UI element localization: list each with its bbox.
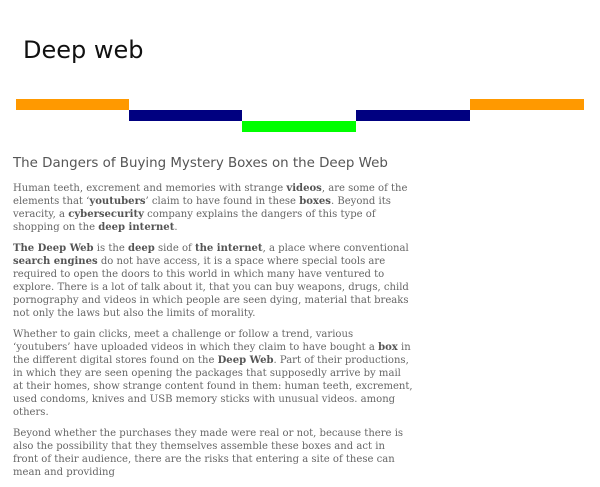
decor-bar-navy-left	[129, 110, 242, 121]
bold-keyword: boxes	[299, 196, 331, 207]
text-run: Whether to gain clicks, meet a challenge…	[13, 329, 379, 353]
bold-keyword: box	[378, 342, 398, 353]
text-run: is the	[93, 243, 128, 254]
bold-keyword: deep	[127, 243, 155, 254]
decor-bar-orange-left	[16, 99, 129, 110]
text-run: side of	[154, 243, 195, 254]
bold-keyword: the internet	[194, 243, 263, 254]
bold-keyword: The Deep Web	[13, 243, 94, 254]
text-run: .	[174, 222, 178, 233]
bold-keyword: youtubers	[89, 196, 146, 207]
article: The Dangers of Buying Mystery Boxes on t…	[13, 155, 413, 487]
text-run: Human teeth, excrement and memories with…	[13, 183, 287, 194]
article-body: Human teeth, excrement and memories with…	[13, 182, 413, 479]
decor-bar-orange-right	[470, 99, 584, 110]
text-run: Beyond whether the purchases they made w…	[13, 428, 404, 478]
bold-keyword: Deep Web	[217, 355, 274, 366]
text-run: , a place where conventional	[262, 243, 409, 254]
article-paragraph: The Deep Web is the deep side of the int…	[13, 242, 413, 320]
article-paragraph: Human teeth, excrement and memories with…	[13, 182, 413, 234]
article-paragraph: Beyond whether the purchases they made w…	[13, 427, 413, 479]
bold-keyword: videos	[286, 183, 322, 194]
article-paragraph: Whether to gain clicks, meet a challenge…	[13, 328, 413, 419]
text-run: ’ claim to have found in these	[145, 196, 300, 207]
decor-bar-green-center	[242, 121, 356, 132]
bold-keyword: deep internet	[98, 222, 175, 233]
decorative-bars	[0, 0, 600, 140]
article-title[interactable]: The Dangers of Buying Mystery Boxes on t…	[13, 155, 413, 173]
decor-bar-navy-right	[356, 110, 470, 121]
bold-keyword: search engines	[13, 256, 98, 267]
bold-keyword: cybersecurity	[68, 209, 144, 220]
